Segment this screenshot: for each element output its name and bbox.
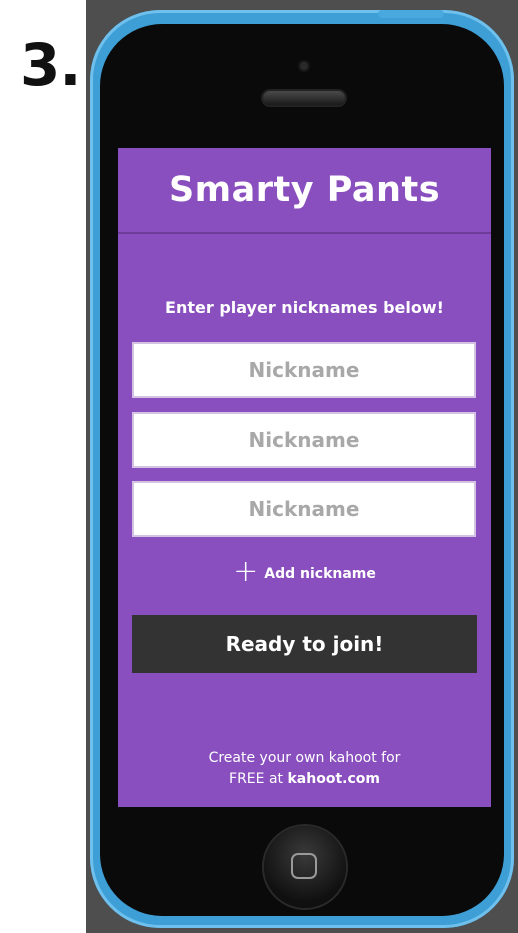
nickname-input-3[interactable] [132, 481, 476, 537]
footer-text: Create your own kahoot for FREE at kahoo… [118, 748, 491, 790]
footer-line-2: FREE at kahoot.com [118, 769, 491, 790]
nickname-input-1[interactable] [132, 342, 476, 398]
phone-side-button [378, 10, 444, 18]
title-bar: Smarty Pants [118, 148, 491, 234]
nickname-prompt: Enter player nicknames below! [165, 298, 444, 317]
phone-screen: Smarty Pants Enter player nicknames belo… [118, 148, 491, 807]
kahoot-link[interactable]: kahoot.com [287, 771, 379, 787]
camera-icon [298, 60, 310, 72]
add-nickname-label: Add nickname [264, 566, 376, 582]
home-button[interactable] [264, 826, 346, 908]
ready-to-join-button[interactable]: Ready to join! [132, 615, 477, 673]
speaker-grill [263, 91, 345, 105]
footer-line-1: Create your own kahoot for [208, 750, 401, 766]
footer-free-text: FREE at [229, 771, 288, 787]
plus-icon: + [233, 554, 259, 589]
app-title: Smarty Pants [168, 170, 441, 210]
add-nickname-button[interactable]: + Add nickname [118, 554, 491, 589]
home-square-icon [291, 853, 317, 879]
step-number: 3. [20, 31, 81, 99]
nickname-input-2[interactable] [132, 412, 476, 468]
